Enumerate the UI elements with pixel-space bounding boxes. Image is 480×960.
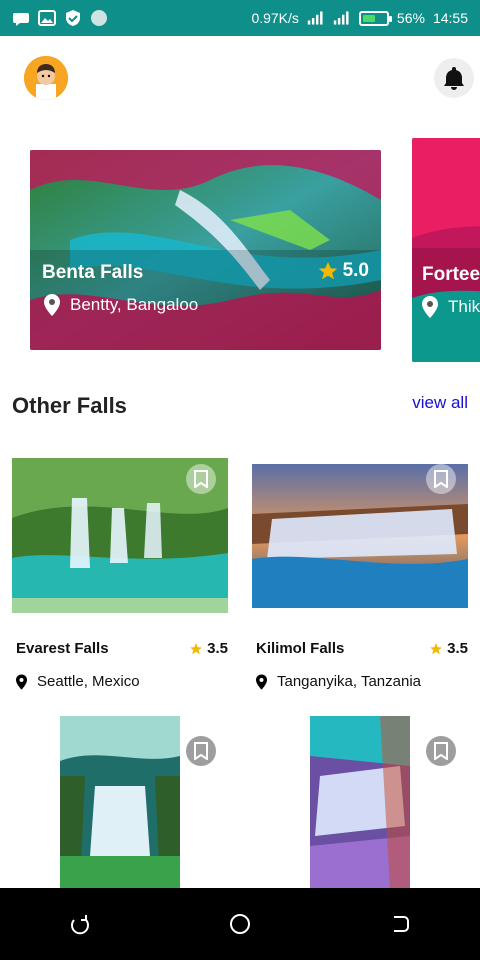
fall-image-graphic [60,716,180,888]
fall-name: Kilimol Falls [256,640,345,657]
section-title: Other Falls [12,393,127,418]
featured-location: Bentty, Bangaloo [44,294,198,316]
home-button[interactable] [220,904,260,944]
bookmark-icon [434,470,448,488]
network-speed: 0.97K/s [251,10,299,26]
featured-carousel[interactable]: Benta Falls 5.0 Bentty, Bangaloo Fortee … [0,138,480,368]
fall-name: Evarest Falls [16,640,109,657]
featured-card[interactable]: Benta Falls 5.0 Bentty, Bangaloo [30,150,381,350]
fall-rating-value: 3.5 [207,640,228,657]
fall-image [60,716,180,888]
back-button[interactable] [380,904,420,944]
fall-image [310,716,410,888]
featured-rating-value: 5.0 [342,260,369,281]
signal-icon [307,9,325,27]
fall-card[interactable]: Kilimol Falls 3.5 Tanganyika, Tanzania [252,458,468,698]
featured-card-2[interactable]: Fortee Thik [412,138,480,362]
fall-location: Tanganyika, Tanzania [256,673,421,690]
featured-name-2: Fortee [422,264,480,285]
status-left [12,9,108,27]
bookmark-icon [194,470,208,488]
signal-2-icon [333,9,351,27]
fall-image [12,458,228,613]
fall-rating: 3.5 [429,640,468,657]
shield-icon [64,9,82,27]
battery-fill [362,14,375,22]
featured-name: Benta Falls [42,262,144,283]
location-pin-icon [256,673,267,690]
bookmark-icon [434,742,448,760]
featured-image-2 [412,138,480,362]
featured-rating: 5.0 [317,260,369,282]
star-icon [190,642,202,654]
home-icon [230,914,250,934]
chat-notification-icon [12,9,30,27]
fall-location-text: Tanganyika, Tanzania [277,673,421,690]
status-bar: 0.97K/s 56% 14:55 [0,0,480,36]
header [0,36,480,122]
fall-card[interactable]: Evarest Falls 3.5 Seattle, Mexico [12,458,228,698]
fall-location-text: Seattle, Mexico [37,673,140,690]
bookmark-icon [194,742,208,760]
avatar-boy-icon [24,56,68,100]
fall-card[interactable] [252,716,468,888]
battery-icon [358,10,392,26]
star-icon [430,642,442,654]
featured-image [30,150,381,350]
fall-rating-value: 3.5 [447,640,468,657]
location-pin-icon [16,673,27,690]
bookmark-button[interactable] [426,464,456,494]
featured-location-text-2: Thik [448,297,480,316]
bookmark-button[interactable] [186,464,216,494]
avatar[interactable] [24,56,68,100]
fall-image-graphic [310,716,410,888]
featured-location-text: Bentty, Bangaloo [70,295,199,314]
fall-card[interactable] [12,716,228,888]
status-right: 0.97K/s 56% 14:55 [251,9,468,27]
location-pin-icon [422,296,438,318]
fall-rating: 3.5 [189,640,228,657]
location-pin-icon [44,294,60,316]
back-icon [394,916,409,932]
recent-apps-icon [71,915,89,935]
bell-icon [444,67,464,90]
bookmark-button[interactable] [426,736,456,766]
image-notification-icon [38,9,56,27]
fall-location: Seattle, Mexico [16,673,140,690]
circle-app-icon [90,9,108,27]
view-all-link[interactable]: view all [412,393,468,413]
system-nav-bar [0,888,480,960]
bookmark-button[interactable] [186,736,216,766]
clock: 14:55 [432,10,468,26]
fall-image [252,464,468,608]
battery-percent: 56% [396,10,425,26]
recent-apps-button[interactable] [60,904,100,944]
featured-location-2: Thik [422,296,480,318]
star-icon [318,261,337,280]
notification-button[interactable] [434,58,474,98]
